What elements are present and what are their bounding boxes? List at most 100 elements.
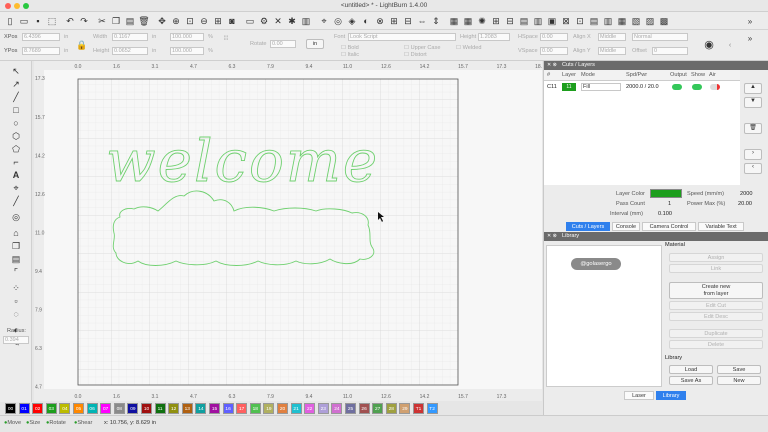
camera-icon[interactable]: ◙ [226,15,238,27]
align-left-icon[interactable]: ▤ [588,15,600,27]
palette-swatch-t1[interactable]: T1 [413,403,424,414]
size-toggle[interactable]: ●Size [26,420,40,426]
palette-swatch-15[interactable]: 15 [209,403,220,414]
circular-array-icon[interactable]: ✺ [476,15,488,27]
palette-swatch-06[interactable]: 06 [86,403,98,414]
lock-icon[interactable]: 🔒 [76,39,88,51]
position-tool-icon[interactable]: ⌖ [10,182,22,194]
expand-toolbar2-icon[interactable]: » [744,32,756,44]
expand-toolbar-icon[interactable]: » [744,15,756,27]
chevron-right-icon[interactable]: › [744,149,762,160]
palette-swatch-22[interactable]: 22 [304,403,316,414]
zoom-fit-icon[interactable]: ⊞ [212,15,224,27]
zoom-in-icon[interactable]: ⊕ [170,15,182,27]
move-icon[interactable]: ✥ [156,15,168,27]
monitor-icon[interactable]: ▭ [244,15,256,27]
panel-close-icon[interactable]: ✕ ⊗ [547,62,557,68]
rotate-field[interactable]: 0.00 [270,40,296,48]
align-icon[interactable]: ⊞ [490,15,502,27]
palette-swatch-05[interactable]: 05 [73,403,84,414]
delete-layer-icon[interactable]: 🗑 [744,123,762,134]
tab-camera-control[interactable]: Camera Control [642,222,696,231]
palette-swatch-14[interactable]: 14 [195,403,207,414]
tab-library[interactable]: Library [656,391,686,400]
tab-variable-text[interactable]: Variable Text [698,222,744,231]
palette-swatch-25[interactable]: 25 [345,403,356,414]
palette-swatch-00[interactable]: 00 [5,403,16,414]
font-height-field[interactable]: 1.2083 [478,33,510,41]
size-icon[interactable]: ⊡ [574,15,586,27]
palette-swatch-04[interactable]: 04 [59,403,71,414]
save-as-button[interactable]: Save As [669,376,713,385]
notes-icon[interactable]: ▥ [300,15,312,27]
align-middle-icon[interactable]: ▨ [644,15,656,27]
palette-swatch-12[interactable]: 12 [168,403,180,414]
bold-checkbox[interactable]: ☐ Bold [341,45,359,51]
open-folder-icon[interactable]: ▭ [18,15,30,27]
offset-icon[interactable]: ◎ [332,15,344,27]
ellipse-tool-icon[interactable]: ○ [10,117,22,129]
radius-field[interactable]: 0.394 [3,336,29,344]
align-right-icon[interactable]: ▦ [616,15,628,27]
layer-up-button[interactable]: ▲ [744,83,762,94]
circle-node-icon[interactable]: ◌ [10,308,22,320]
palette-swatch-26[interactable]: 26 [358,403,370,414]
align-bottom-icon[interactable]: ▩ [658,15,670,27]
import-icon[interactable]: ⬚ [46,15,58,27]
palette-swatch-02[interactable]: 02 [32,403,44,414]
pentagon-tool-icon[interactable]: ⬠ [10,143,22,155]
text-tool-icon[interactable]: A [10,169,22,181]
distort-checkbox[interactable]: ☐ Distort [404,52,427,58]
new-library-button[interactable]: New [717,376,761,385]
interval-value[interactable]: 0.100 [658,211,672,217]
show-toggle[interactable] [692,84,702,90]
row-mode-select[interactable]: Fill [581,83,621,91]
text-mode-select[interactable]: Normal [632,33,688,41]
save-library-button[interactable]: Save [717,365,761,374]
arrange-icon[interactable]: ▤ [518,15,530,27]
paste-icon[interactable]: ▤ [124,15,136,27]
output-toggle[interactable] [672,84,682,90]
row-layer-swatch[interactable]: 11 [562,83,576,91]
undo-icon[interactable]: ↶ [64,15,76,27]
vspace-field[interactable]: 0.00 [540,47,568,55]
offset-tool-icon[interactable]: ◎ [10,211,22,223]
palette-swatch-11[interactable]: 11 [154,403,166,414]
width-percent-field[interactable]: 100.000 [170,33,204,41]
palette-swatch-29[interactable]: 29 [399,403,411,414]
group-icon[interactable]: ⊞ [388,15,400,27]
palette-swatch-01[interactable]: 01 [18,403,30,414]
tab-tool-icon[interactable]: ⌂ [10,227,22,239]
copy-icon[interactable]: ❐ [110,15,122,27]
node-icon[interactable]: ▫ [10,295,22,307]
palette-swatch-17[interactable]: 17 [236,403,248,414]
units-button[interactable]: in [306,39,324,49]
ungroup-icon[interactable]: ⊟ [402,15,414,27]
air-toggle[interactable] [710,84,720,90]
edit-cut-button[interactable]: Edit Cut [669,301,763,310]
create-from-layer-button[interactable]: Create new from layer [669,282,763,299]
line-tool-icon[interactable]: ╱ [10,91,22,103]
palette-swatch-10[interactable]: 10 [141,403,152,414]
tab-console[interactable]: Console [612,222,640,231]
rectangle-tool-icon[interactable]: □ [10,104,22,116]
alignx-select[interactable]: Middle [598,33,626,41]
grid-array-icon[interactable]: ⁘ [10,282,22,294]
palette-swatch-28[interactable]: 28 [385,403,397,414]
library-list[interactable]: @golasergo [546,245,662,387]
canvas-drawing[interactable]: 0.0 1.6 3.1 4.7 6.3 7.9 9.4 11.0 12.6 14.2 15.7 17.… [34,61,584,429]
power-max-value[interactable]: 20.00 [738,201,752,207]
palette-swatch-21[interactable]: 21 [290,403,302,414]
height-field[interactable]: 0.0652 [112,47,148,55]
save-icon[interactable]: ▪ [32,15,44,27]
welded-checkbox[interactable]: ☐ Welded [456,45,481,51]
xpos-field[interactable]: 6.4396 [22,33,60,41]
distribute-h-icon[interactable]: ▥ [532,15,544,27]
palette-swatch-t2[interactable]: T2 [426,403,438,414]
redo-icon[interactable]: ↷ [78,15,90,27]
palette-swatch-18[interactable]: 18 [249,403,261,414]
array-icon[interactable]: ▦ [448,15,460,27]
palette-swatch-09[interactable]: 09 [127,403,139,414]
welcome-design[interactable]: welcome [106,127,379,196]
load-button[interactable]: Load [669,365,713,374]
